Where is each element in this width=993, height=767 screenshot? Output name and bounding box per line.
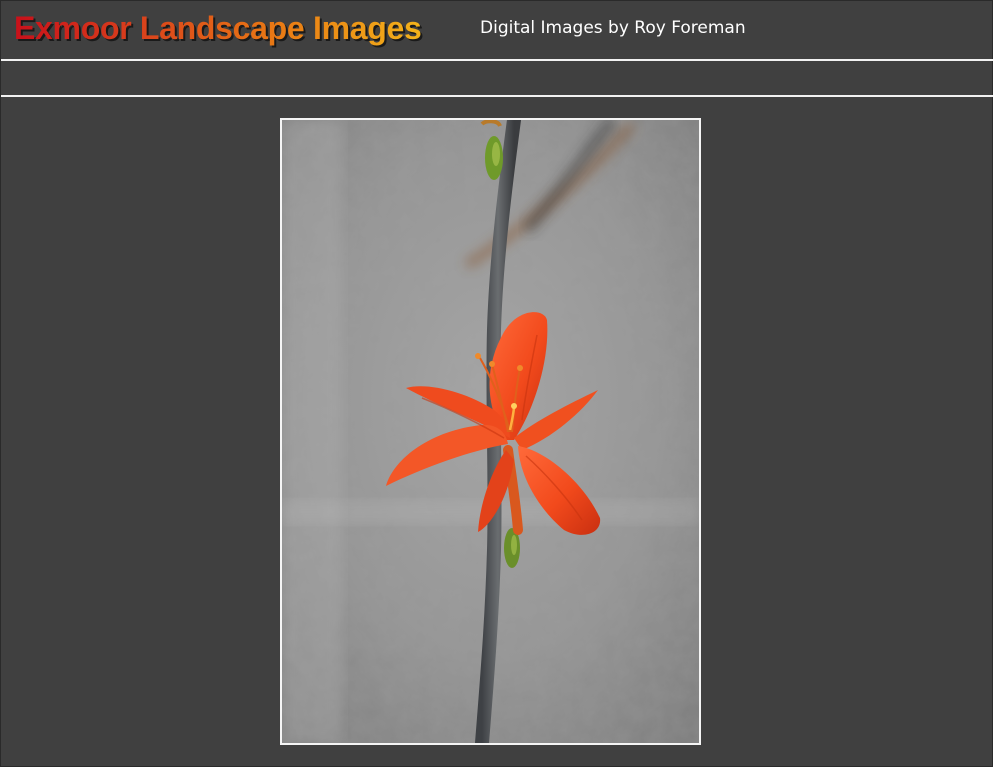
nav-bar [1,61,993,95]
site-title[interactable]: Exmoor Landscape Images [14,9,422,47]
site-subtitle: Digital Images by Roy Foreman [480,18,746,38]
page-frame: Exmoor Landscape Images Exmoor Landscape… [0,0,993,767]
nav-divider [1,95,993,97]
main-photo[interactable] [280,118,701,745]
photo-icon [282,120,699,743]
site-header: Exmoor Landscape Images Exmoor Landscape… [1,1,993,59]
